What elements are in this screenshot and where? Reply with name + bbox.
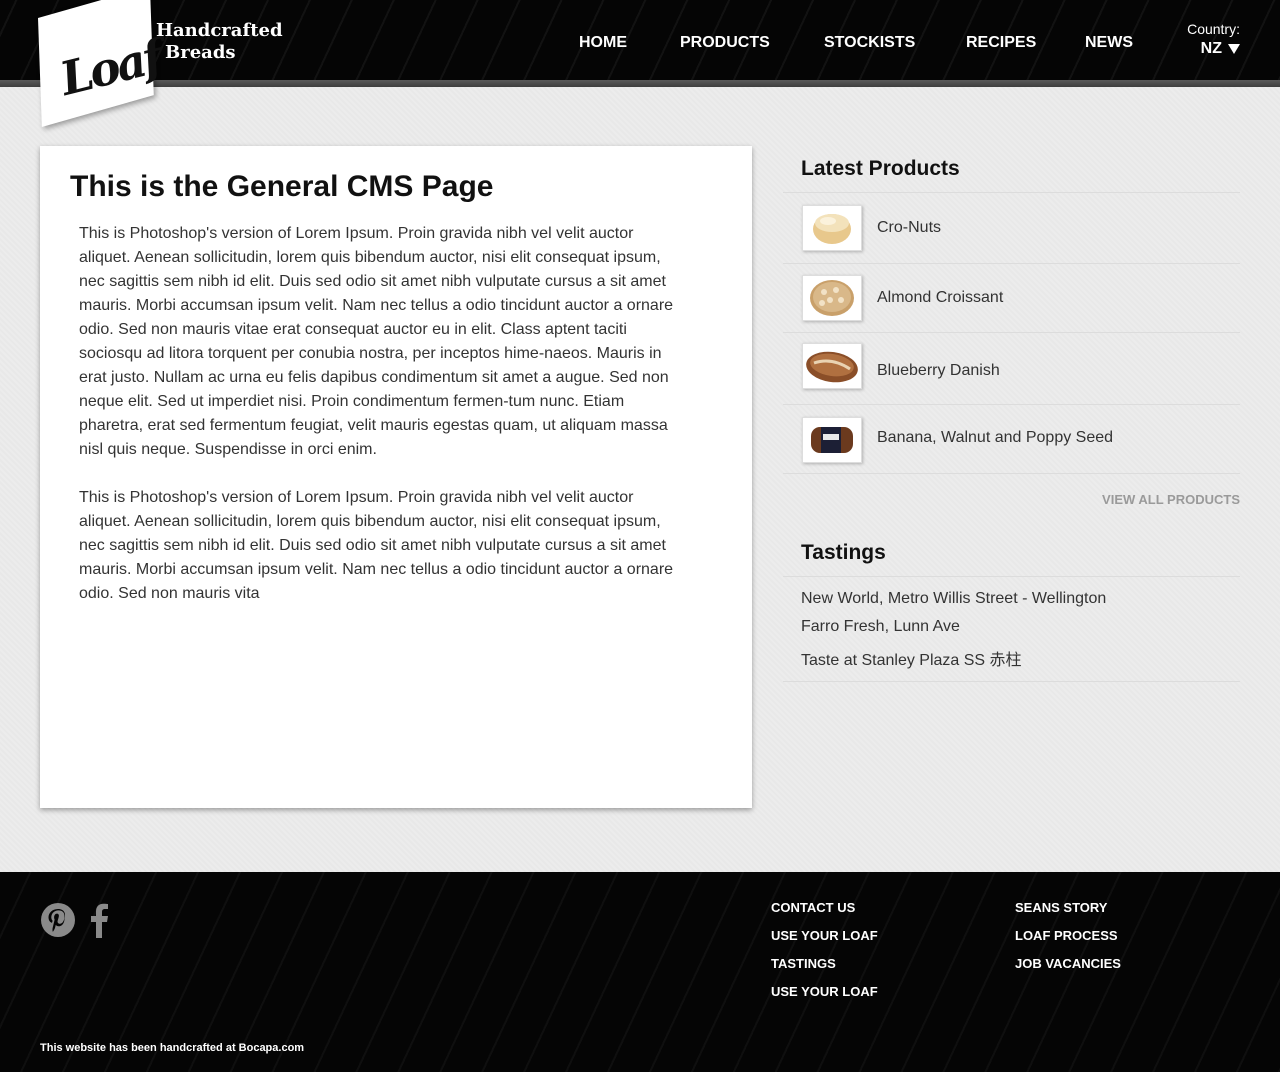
product-name[interactable]: Cro-Nuts <box>877 219 941 237</box>
nav-news[interactable]: NEWS <box>1085 34 1133 52</box>
tagline-line2: Breads <box>165 42 236 63</box>
country-label: Country: <box>1187 21 1240 37</box>
facebook-icon[interactable] <box>88 902 110 938</box>
footer-link-seans-story[interactable]: SEANS STORY <box>1015 900 1107 915</box>
nav-products[interactable]: PRODUCTS <box>680 34 770 52</box>
tasting-item[interactable]: Farro Fresh, Lunn Ave <box>801 618 960 636</box>
view-all-products-link[interactable]: VIEW ALL PRODUCTS <box>1102 492 1240 507</box>
banana-loaf-image-icon <box>811 427 853 453</box>
footer-link-loaf-process[interactable]: LOAF PROCESS <box>1015 928 1118 943</box>
product-thumbnail[interactable] <box>802 343 862 389</box>
body-paragraph: This is Photoshop's version of Lorem Ips… <box>79 225 674 458</box>
product-item[interactable]: Almond Croissant <box>783 264 1240 332</box>
tasting-item[interactable]: New World, Metro Willis Street - Welling… <box>801 590 1106 608</box>
tagline: Handcrafted Breads <box>156 20 283 64</box>
product-thumbnail[interactable] <box>802 275 862 321</box>
blueberry-danish-image-icon <box>806 351 858 383</box>
credit-text[interactable]: This website has been handcrafted at Boc… <box>40 1042 304 1054</box>
footer-link-use-your-loaf[interactable]: USE YOUR LOAF <box>771 928 878 943</box>
product-name[interactable]: Banana, Walnut and Poppy Seed <box>877 429 1113 447</box>
nav-recipes[interactable]: RECIPES <box>966 34 1036 52</box>
product-item[interactable]: Cro-Nuts <box>783 193 1240 263</box>
header-stripe <box>0 80 1280 87</box>
product-name[interactable]: Blueberry Danish <box>877 362 1000 380</box>
tastings-title: Tastings <box>801 541 886 564</box>
divider <box>783 473 1240 474</box>
page-title: This is the General CMS Page <box>70 170 494 203</box>
cronut-image-icon <box>813 214 851 244</box>
tasting-item[interactable]: Taste at Stanley Plaza SS 赤柱 <box>801 646 1022 670</box>
latest-products-title: Latest Products <box>801 157 960 180</box>
product-name[interactable]: Almond Croissant <box>877 289 1003 307</box>
content-card: This is the General CMS Page This is Pho… <box>40 146 752 808</box>
body-paragraph: This is Photoshop's version of Lorem Ips… <box>79 489 674 602</box>
product-item[interactable]: Blueberry Danish <box>783 333 1240 404</box>
nav-stockists[interactable]: STOCKISTS <box>824 34 915 52</box>
footer-link-contact-us[interactable]: CONTACT US <box>771 900 855 915</box>
nav-home[interactable]: HOME <box>579 34 627 52</box>
divider <box>783 681 1240 682</box>
product-thumbnail[interactable] <box>802 417 862 463</box>
country-select[interactable]: NZ <box>1201 40 1240 58</box>
country-value: NZ <box>1200 40 1222 57</box>
footer-link-use-your-loaf[interactable]: USE YOUR LOAF <box>771 984 878 999</box>
tagline-line1: Handcrafted <box>156 20 283 41</box>
triangle-down-icon <box>1228 44 1240 54</box>
divider <box>783 576 1240 577</box>
product-item[interactable]: Banana, Walnut and Poppy Seed <box>783 405 1240 473</box>
footer-link-tastings[interactable]: TASTINGS <box>771 956 836 971</box>
footer-link-job-vacancies[interactable]: JOB VACANCIES <box>1015 956 1121 971</box>
almond-croissant-image-icon <box>810 280 854 316</box>
pinterest-icon[interactable] <box>40 902 76 938</box>
product-thumbnail[interactable] <box>802 205 862 251</box>
